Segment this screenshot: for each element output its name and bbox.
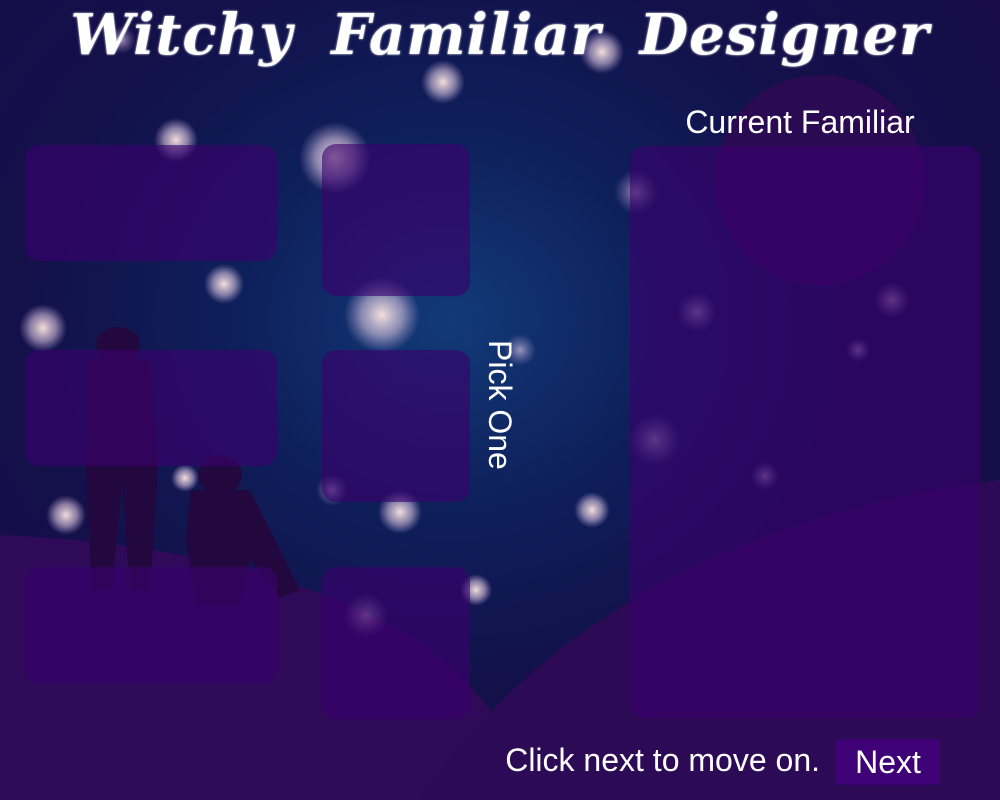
footer-instruction: Click next to move on. xyxy=(505,742,820,778)
option-slot-4[interactable] xyxy=(322,350,470,502)
current-familiar-label: Current Familiar xyxy=(685,104,915,140)
game-screen: Witchy Familiar Designer Current Familia… xyxy=(0,0,1000,800)
option-slot-6[interactable] xyxy=(322,567,470,719)
pick-one-prompt: Pick One xyxy=(482,340,518,470)
option-slot-3[interactable] xyxy=(25,350,277,466)
game-title: Witchy Familiar Designer xyxy=(70,2,930,68)
option-slot-5[interactable] xyxy=(25,567,277,683)
option-slot-1[interactable] xyxy=(25,145,277,261)
next-button[interactable]: Next xyxy=(836,739,940,785)
option-slot-2[interactable] xyxy=(322,144,470,296)
current-familiar-preview xyxy=(630,146,980,718)
